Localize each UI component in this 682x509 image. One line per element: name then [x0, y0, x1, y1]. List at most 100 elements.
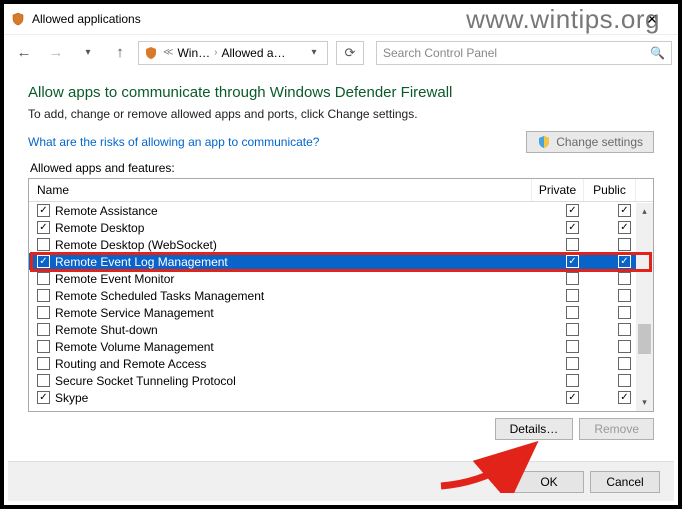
risk-link[interactable]: What are the risks of allowing an app to…: [28, 135, 516, 149]
private-cell: [549, 238, 601, 251]
public-checkbox[interactable]: [618, 272, 631, 285]
private-checkbox[interactable]: [566, 323, 579, 336]
row-name: Remote Assistance: [55, 204, 549, 218]
list-row[interactable]: Remote Shut-down: [29, 321, 653, 338]
private-cell: [549, 340, 601, 353]
row-name: Remote Desktop: [55, 221, 549, 235]
scroll-down-icon[interactable]: ▾: [636, 394, 653, 411]
public-checkbox[interactable]: [618, 289, 631, 302]
details-button[interactable]: Details…: [495, 418, 574, 440]
private-cell: [549, 323, 601, 336]
enable-checkbox[interactable]: [37, 238, 50, 251]
list-row[interactable]: Skype: [29, 389, 653, 406]
forward-button[interactable]: →: [42, 39, 70, 67]
private-checkbox[interactable]: [566, 221, 579, 234]
private-cell: [549, 374, 601, 387]
search-input[interactable]: Search Control Panel 🔍: [376, 41, 672, 65]
row-name: Remote Event Log Management: [55, 255, 549, 269]
row-name: Secure Socket Tunneling Protocol: [55, 374, 549, 388]
change-settings-button[interactable]: Change settings: [526, 131, 654, 153]
public-checkbox[interactable]: [618, 221, 631, 234]
col-public[interactable]: Public: [584, 179, 636, 201]
scroll-up-icon[interactable]: ▴: [636, 203, 653, 220]
cancel-button[interactable]: Cancel: [590, 471, 660, 493]
dialog-footer: OK Cancel: [8, 461, 674, 501]
list-row[interactable]: Remote Volume Management: [29, 338, 653, 355]
page-heading: Allow apps to communicate through Window…: [28, 84, 654, 101]
row-name: Remote Service Management: [55, 306, 549, 320]
private-checkbox[interactable]: [566, 238, 579, 251]
enable-checkbox[interactable]: [37, 306, 50, 319]
public-checkbox[interactable]: [618, 323, 631, 336]
enable-checkbox[interactable]: [37, 323, 50, 336]
breadcrumb-dropdown[interactable]: ▾: [305, 47, 323, 58]
list-row[interactable]: Remote Event Monitor: [29, 270, 653, 287]
private-checkbox[interactable]: [566, 391, 579, 404]
private-checkbox[interactable]: [566, 255, 579, 268]
breadcrumb-seg1[interactable]: Win…: [177, 46, 210, 60]
private-cell: [549, 255, 601, 268]
enable-checkbox[interactable]: [37, 255, 50, 268]
public-checkbox[interactable]: [618, 204, 631, 217]
app-icon: [10, 11, 26, 27]
enable-checkbox[interactable]: [37, 391, 50, 404]
breadcrumb-seg2[interactable]: Allowed a…: [221, 46, 285, 60]
row-name: Remote Desktop (WebSocket): [55, 238, 549, 252]
list-row[interactable]: Routing and Remote Access: [29, 355, 653, 372]
list-row[interactable]: Remote Service Management: [29, 304, 653, 321]
private-checkbox[interactable]: [566, 306, 579, 319]
private-cell: [549, 289, 601, 302]
list-row[interactable]: Remote Event Log Management: [29, 253, 653, 270]
private-cell: [549, 272, 601, 285]
search-icon: 🔍: [647, 46, 665, 60]
list-row[interactable]: Remote Scheduled Tasks Management: [29, 287, 653, 304]
breadcrumb-icon: [143, 45, 159, 61]
public-checkbox[interactable]: [618, 357, 631, 370]
row-name: Routing and Remote Access: [55, 357, 549, 371]
breadcrumb[interactable]: ≪ Win… › Allowed a… ▾: [138, 41, 328, 65]
private-cell: [549, 391, 601, 404]
public-checkbox[interactable]: [618, 238, 631, 251]
window-title: Allowed applications: [32, 12, 141, 26]
private-checkbox[interactable]: [566, 272, 579, 285]
public-checkbox[interactable]: [618, 255, 631, 268]
enable-checkbox[interactable]: [37, 289, 50, 302]
private-checkbox[interactable]: [566, 340, 579, 353]
list-row[interactable]: Remote Assistance: [29, 202, 653, 219]
col-private[interactable]: Private: [532, 179, 584, 201]
private-checkbox[interactable]: [566, 374, 579, 387]
scrollbar-thumb[interactable]: [638, 324, 651, 354]
enable-checkbox[interactable]: [37, 340, 50, 353]
public-checkbox[interactable]: [618, 306, 631, 319]
ok-button[interactable]: OK: [514, 471, 584, 493]
row-name: Remote Volume Management: [55, 340, 549, 354]
private-checkbox[interactable]: [566, 204, 579, 217]
public-checkbox[interactable]: [618, 391, 631, 404]
enable-checkbox[interactable]: [37, 204, 50, 217]
col-name[interactable]: Name: [29, 179, 532, 201]
row-name: Remote Event Monitor: [55, 272, 549, 286]
private-cell: [549, 204, 601, 217]
private-checkbox[interactable]: [566, 289, 579, 302]
refresh-button[interactable]: ⟳: [336, 41, 364, 65]
title-bar: Allowed applications ✕: [4, 4, 678, 34]
vertical-scrollbar[interactable]: ▴ ▾: [636, 203, 653, 411]
recent-dropdown[interactable]: ▾: [74, 39, 102, 67]
private-checkbox[interactable]: [566, 357, 579, 370]
enable-checkbox[interactable]: [37, 272, 50, 285]
enable-checkbox[interactable]: [37, 374, 50, 387]
remove-button[interactable]: Remove: [579, 418, 654, 440]
row-name: Skype: [55, 391, 549, 405]
search-placeholder: Search Control Panel: [383, 46, 647, 60]
public-checkbox[interactable]: [618, 340, 631, 353]
list-row[interactable]: Remote Desktop (WebSocket): [29, 236, 653, 253]
up-button[interactable]: ↑: [106, 39, 134, 67]
private-cell: [549, 221, 601, 234]
enable-checkbox[interactable]: [37, 357, 50, 370]
list-row[interactable]: Remote Desktop: [29, 219, 653, 236]
back-button[interactable]: ←: [10, 39, 38, 67]
public-checkbox[interactable]: [618, 374, 631, 387]
close-button[interactable]: ✕: [632, 11, 672, 28]
list-row[interactable]: Secure Socket Tunneling Protocol: [29, 372, 653, 389]
enable-checkbox[interactable]: [37, 221, 50, 234]
